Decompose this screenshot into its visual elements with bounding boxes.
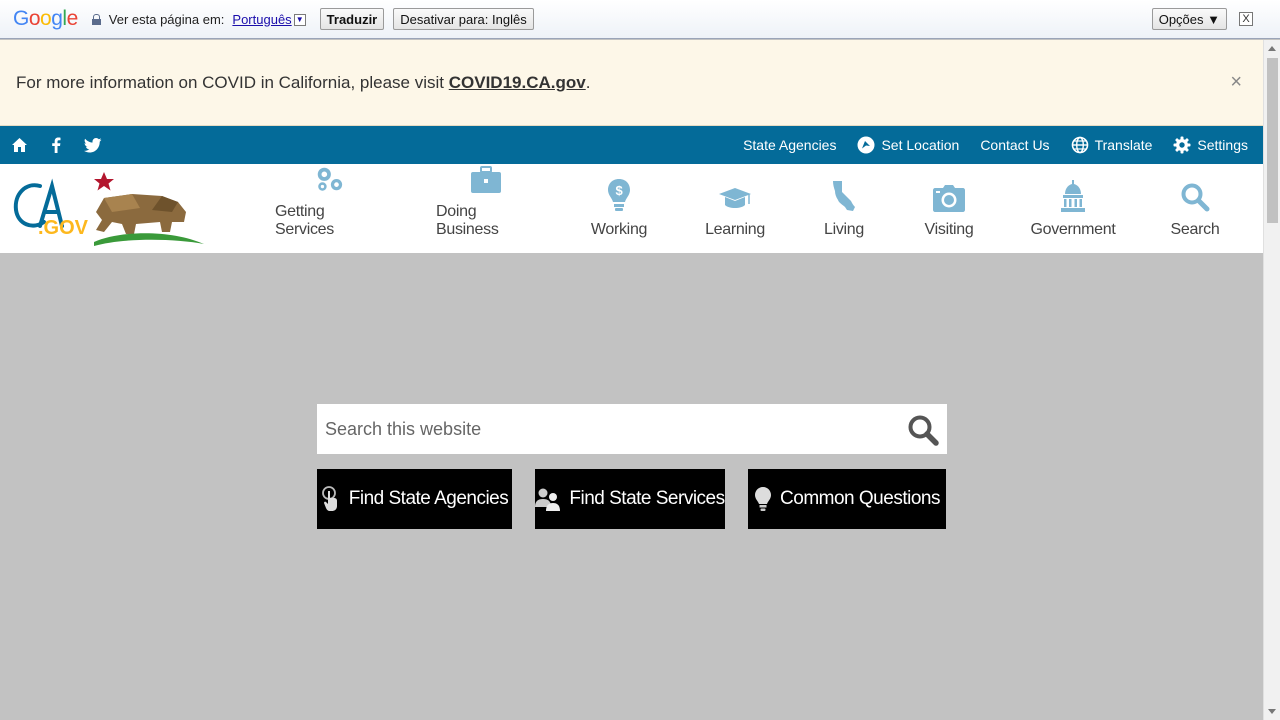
covid-link[interactable]: COVID19.CA.gov <box>449 73 586 92</box>
dropdown-arrow-icon[interactable]: ▼ <box>293 14 306 27</box>
nav-label-doing-business[interactable]: Doing Business <box>436 203 536 239</box>
search-submit-icon[interactable] <box>907 414 939 446</box>
language-select[interactable]: Português ▼ <box>232 12 306 27</box>
facebook-icon[interactable] <box>47 136 65 154</box>
page-scrollbar[interactable] <box>1263 40 1280 720</box>
settings-link[interactable]: Settings <box>1173 136 1248 154</box>
svg-text:$: $ <box>616 183 624 198</box>
nav-learning[interactable]: Learning <box>703 164 767 253</box>
site-search <box>317 404 947 454</box>
nav-doing-business[interactable]: Doing Business <box>436 164 536 253</box>
contact-us-label[interactable]: Contact Us <box>980 137 1049 153</box>
graduation-cap-icon[interactable] <box>718 186 752 212</box>
lightbulb-dollar-icon[interactable]: $ <box>607 178 631 212</box>
nav-label-learning[interactable]: Learning <box>705 221 765 239</box>
lock-icon <box>91 13 101 25</box>
scroll-down-arrow-icon[interactable] <box>1268 709 1276 714</box>
translate-link[interactable]: Translate <box>1071 136 1153 154</box>
nav-search[interactable]: Search <box>1169 164 1221 253</box>
google-translate-bar: Google Ver esta página em: Português ▼ Tr… <box>0 0 1280 39</box>
twitter-icon[interactable] <box>84 136 102 154</box>
gear-icon[interactable] <box>1173 136 1191 154</box>
home-icon[interactable] <box>10 136 28 154</box>
alert-suffix: . <box>585 72 591 92</box>
utility-bar: State Agencies Set Location Contact Us T… <box>0 126 1263 164</box>
nav-label-getting-services[interactable]: Getting Services <box>275 203 383 239</box>
state-agencies-link[interactable]: State Agencies <box>743 137 836 153</box>
svg-text:.GOV: .GOV <box>38 217 89 239</box>
ca-gov-logo[interactable]: .GOV <box>12 172 204 248</box>
common-questions-button[interactable]: Common Questions <box>748 469 946 529</box>
covid-alert-banner: For more information on COVID in Califor… <box>0 40 1263 126</box>
google-logo: Google <box>13 7 78 30</box>
nav-label-living[interactable]: Living <box>824 221 864 239</box>
set-location-link[interactable]: Set Location <box>857 136 959 154</box>
globe-icon[interactable] <box>1071 136 1089 154</box>
settings-label[interactable]: Settings <box>1197 137 1248 153</box>
utility-links: State Agencies Set Location Contact Us T… <box>722 126 1248 164</box>
nav-label-visiting[interactable]: Visiting <box>925 221 974 239</box>
site-header: .GOV Getting Services Doing Business $ W… <box>0 164 1263 253</box>
search-icon[interactable] <box>1180 182 1210 212</box>
translate-label[interactable]: Translate <box>1095 137 1153 153</box>
common-questions-label[interactable]: Common Questions <box>780 488 940 510</box>
set-location-label[interactable]: Set Location <box>881 137 959 153</box>
nav-visiting[interactable]: Visiting <box>920 164 978 253</box>
translate-button[interactable]: Traduzir <box>319 8 385 30</box>
find-state-services-button[interactable]: Find State Services <box>535 469 725 529</box>
nav-government[interactable]: Government <box>1030 164 1116 253</box>
location-icon[interactable] <box>857 136 875 154</box>
find-state-services-label[interactable]: Find State Services <box>569 488 725 510</box>
briefcase-icon[interactable] <box>470 166 502 194</box>
california-icon[interactable] <box>831 180 857 212</box>
nav-label-government[interactable]: Government <box>1030 221 1115 239</box>
contact-us-link[interactable]: Contact Us <box>980 137 1049 153</box>
disable-translation-button[interactable]: Desativar para: Inglês <box>393 8 534 30</box>
pointer-hand-icon[interactable] <box>321 486 341 512</box>
scroll-up-arrow-icon[interactable] <box>1268 46 1276 51</box>
options-button[interactable]: Opções ▼ <box>1151 8 1227 30</box>
lightbulb-icon[interactable] <box>754 486 772 512</box>
close-translate-bar-icon[interactable]: X <box>1239 12 1253 26</box>
alert-text: For more information on COVID in Califor… <box>16 73 590 93</box>
close-alert-icon[interactable]: × <box>1230 71 1242 94</box>
nav-working[interactable]: $ Working <box>589 164 649 253</box>
find-state-agencies-label[interactable]: Find State Agencies <box>349 488 509 510</box>
camera-icon[interactable] <box>932 185 966 212</box>
gears-icon[interactable] <box>311 164 347 194</box>
translate-prompt: Ver esta página em: <box>108 11 225 27</box>
nav-getting-services[interactable]: Getting Services <box>275 164 383 253</box>
users-icon[interactable] <box>535 487 561 511</box>
language-select-label[interactable]: Português <box>232 12 291 27</box>
capitol-icon[interactable] <box>1060 180 1086 212</box>
search-input[interactable] <box>317 405 887 453</box>
scrollbar-thumb[interactable] <box>1267 58 1278 223</box>
nav-living[interactable]: Living <box>819 164 869 253</box>
alert-message: For more information on COVID in Califor… <box>16 72 449 92</box>
state-agencies-label[interactable]: State Agencies <box>743 137 836 153</box>
find-state-agencies-button[interactable]: Find State Agencies <box>317 469 512 529</box>
nav-label-working[interactable]: Working <box>591 221 648 239</box>
nav-label-search[interactable]: Search <box>1171 221 1220 239</box>
